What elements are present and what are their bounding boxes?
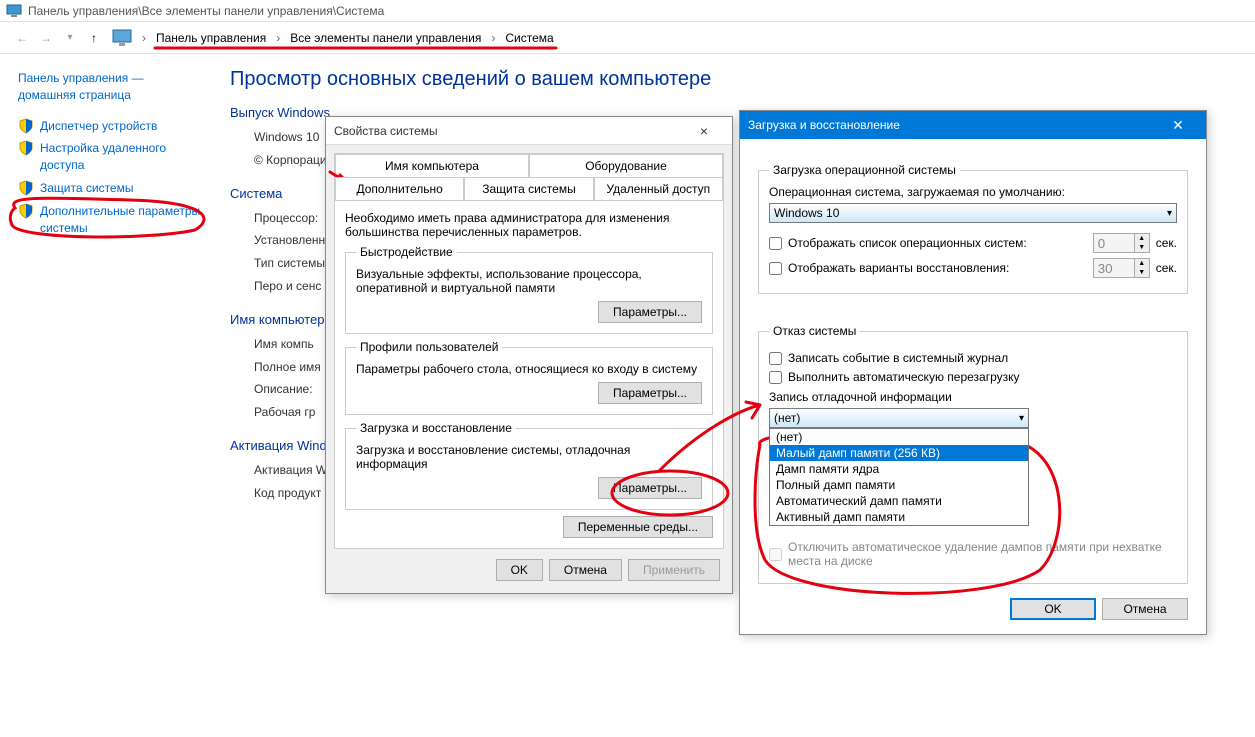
- group-startup: Загрузка и восстановление Загрузка и вос…: [345, 421, 713, 510]
- default-os-label: Операционная система, загружаемая по умо…: [769, 185, 1177, 199]
- group-legend: Загрузка операционной системы: [769, 163, 960, 177]
- show-recovery-label: Отображать варианты восстановления:: [788, 261, 1087, 275]
- ok-button[interactable]: OK: [1010, 598, 1096, 620]
- ok-button[interactable]: OK: [496, 559, 543, 581]
- tab-remote[interactable]: Удаленный доступ: [594, 177, 723, 200]
- window-titlebar: Панель управления\Все элементы панели уп…: [0, 0, 1255, 22]
- disable-auto-delete-checkbox: [769, 548, 782, 561]
- dump-type-select[interactable]: (нет) ▾: [769, 408, 1029, 428]
- os-list-seconds-input[interactable]: [1094, 234, 1134, 252]
- tab-hardware[interactable]: Оборудование: [529, 154, 723, 177]
- monitor-icon: [112, 29, 132, 47]
- group-boot: Загрузка операционной системы Операционн…: [758, 163, 1188, 294]
- system-properties-dialog: Свойства системы × Имя компьютера Оборуд…: [325, 116, 733, 594]
- group-failure: Отказ системы Записать событие в системн…: [758, 324, 1188, 584]
- dropdown-option[interactable]: Полный дамп памяти: [770, 477, 1028, 493]
- nav-row: ← → ▾ ↑ › Панель управления › Все элемен…: [0, 22, 1255, 54]
- sidebar-link-device-manager[interactable]: Диспетчер устройств: [40, 118, 157, 135]
- dialog-titlebar[interactable]: Загрузка и восстановление ✕: [740, 111, 1206, 139]
- group-desc: Параметры рабочего стола, относящиеся ко…: [356, 362, 702, 376]
- shield-icon: [18, 118, 34, 134]
- shield-icon: [18, 203, 34, 219]
- disable-auto-delete-label: Отключить автоматическое удаление дампов…: [788, 540, 1177, 568]
- dropdown-option[interactable]: Дамп памяти ядра: [770, 461, 1028, 477]
- group-performance: Быстродействие Визуальные эффекты, испол…: [345, 245, 713, 334]
- chevron-right-icon: ›: [136, 31, 152, 45]
- seconds-label: сек.: [1156, 261, 1177, 275]
- spin-up-icon[interactable]: ▲: [1135, 259, 1149, 268]
- tab-strip: Имя компьютера Оборудование Дополнительн…: [334, 153, 724, 201]
- group-legend: Профили пользователей: [356, 340, 502, 354]
- dump-type-dropdown[interactable]: (нет) Малый дамп памяти (256 КВ) Дамп па…: [769, 428, 1029, 526]
- sidebar-link-remote[interactable]: Настройка удаленного доступа: [40, 140, 202, 174]
- sidebar-link-protection[interactable]: Защита системы: [40, 180, 133, 197]
- cancel-button[interactable]: Отмена: [549, 559, 622, 581]
- admin-note: Необходимо иметь права администратора дл…: [345, 211, 713, 239]
- chevron-right-icon: ›: [485, 31, 501, 45]
- spin-down-icon[interactable]: ▼: [1135, 243, 1149, 252]
- dialog-title: Загрузка и восстановление: [748, 118, 900, 132]
- chevron-down-icon: ▾: [1019, 413, 1024, 424]
- breadcrumb-item[interactable]: Панель управления: [152, 29, 270, 47]
- breadcrumb[interactable]: › Панель управления › Все элементы панел…: [112, 26, 1245, 50]
- recovery-seconds-input[interactable]: [1094, 259, 1134, 277]
- close-icon[interactable]: ×: [684, 123, 724, 139]
- group-desc: Визуальные эффекты, использование процес…: [356, 267, 702, 295]
- dialog-titlebar[interactable]: Свойства системы ×: [326, 117, 732, 145]
- tab-computername[interactable]: Имя компьютера: [335, 154, 529, 177]
- page-heading: Просмотр основных сведений о вашем компь…: [230, 68, 1235, 91]
- chevron-right-icon: ›: [270, 31, 286, 45]
- performance-params-button[interactable]: Параметры...: [598, 301, 702, 323]
- close-icon[interactable]: ✕: [1158, 117, 1198, 134]
- auto-restart-checkbox[interactable]: [769, 371, 782, 384]
- group-desc: Загрузка и восстановление системы, отлад…: [356, 443, 702, 471]
- os-list-seconds-spinner[interactable]: ▲▼: [1093, 233, 1150, 253]
- shield-icon: [18, 180, 34, 196]
- env-vars-button[interactable]: Переменные среды...: [563, 516, 713, 538]
- dropdown-option[interactable]: Автоматический дамп памяти: [770, 493, 1028, 509]
- write-event-checkbox[interactable]: [769, 352, 782, 365]
- system-icon: [6, 3, 22, 19]
- breadcrumb-item[interactable]: Все элементы панели управления: [286, 29, 485, 47]
- tab-advanced[interactable]: Дополнительно: [335, 177, 464, 200]
- group-legend: Отказ системы: [769, 324, 860, 338]
- cancel-button[interactable]: Отмена: [1102, 598, 1188, 620]
- sidebar-link-advanced[interactable]: Дополнительные параметры системы: [40, 203, 202, 237]
- dropdown-option[interactable]: Активный дамп памяти: [770, 509, 1028, 525]
- dropdown-option[interactable]: Малый дамп памяти (256 КВ): [770, 445, 1028, 461]
- group-legend: Загрузка и восстановление: [356, 421, 516, 435]
- profiles-params-button[interactable]: Параметры...: [598, 382, 702, 404]
- dump-label: Запись отладочной информации: [769, 390, 1177, 404]
- show-os-list-label: Отображать список операционных систем:: [788, 236, 1087, 250]
- dialog-title: Свойства системы: [334, 124, 438, 138]
- show-recovery-checkbox[interactable]: [769, 262, 782, 275]
- startup-params-button[interactable]: Параметры...: [598, 477, 702, 499]
- spin-up-icon[interactable]: ▲: [1135, 234, 1149, 243]
- default-os-value: Windows 10: [774, 206, 839, 220]
- tab-protection[interactable]: Защита системы: [464, 177, 593, 200]
- write-event-label: Записать событие в системный журнал: [788, 351, 1008, 365]
- dropdown-option[interactable]: (нет): [770, 429, 1028, 445]
- spin-down-icon[interactable]: ▼: [1135, 268, 1149, 277]
- show-os-list-checkbox[interactable]: [769, 237, 782, 250]
- nav-up[interactable]: ↑: [82, 26, 106, 50]
- recovery-seconds-spinner[interactable]: ▲▼: [1093, 258, 1150, 278]
- startup-recovery-dialog: Загрузка и восстановление ✕ Загрузка опе…: [739, 110, 1207, 635]
- sidebar: Панель управления — домашняя страница Ди…: [0, 54, 210, 519]
- nav-history[interactable]: ▾: [58, 26, 82, 50]
- group-legend: Быстродействие: [356, 245, 457, 259]
- group-profiles: Профили пользователей Параметры рабочего…: [345, 340, 713, 415]
- dump-selected-value: (нет): [774, 411, 800, 425]
- sidebar-home-link[interactable]: Панель управления — домашняя страница: [18, 70, 202, 104]
- apply-button[interactable]: Применить: [628, 559, 720, 581]
- window-title: Панель управления\Все элементы панели уп…: [28, 4, 384, 18]
- nav-forward[interactable]: →: [34, 26, 58, 50]
- chevron-down-icon: ▾: [1167, 208, 1172, 219]
- breadcrumb-item[interactable]: Система: [501, 29, 557, 47]
- nav-back[interactable]: ←: [10, 26, 34, 50]
- auto-restart-label: Выполнить автоматическую перезагрузку: [788, 370, 1020, 384]
- shield-icon: [18, 140, 34, 156]
- default-os-select[interactable]: Windows 10 ▾: [769, 203, 1177, 223]
- seconds-label: сек.: [1156, 236, 1177, 250]
